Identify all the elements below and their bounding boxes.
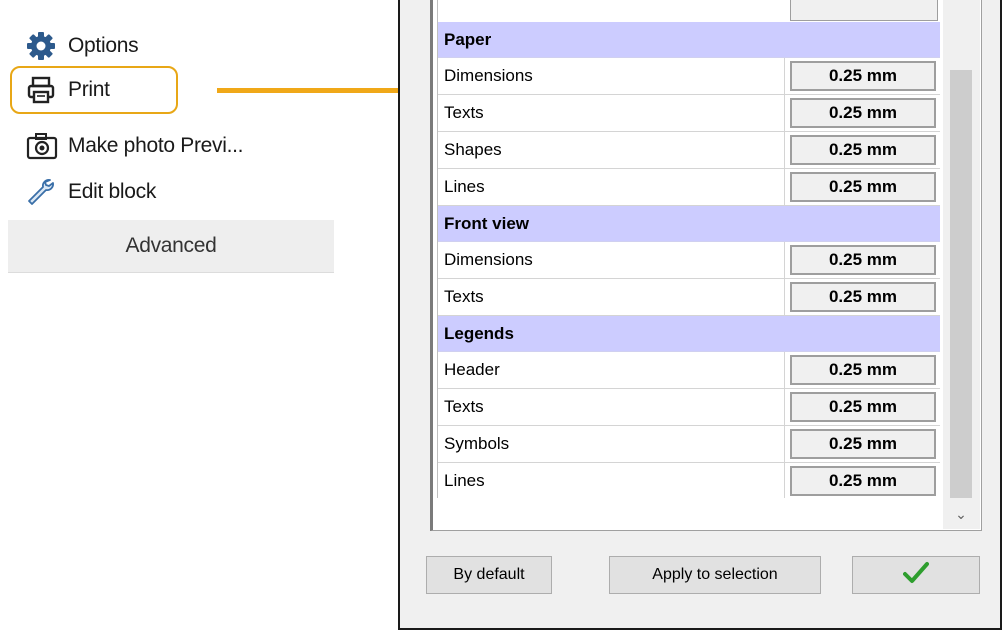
property-label: Texts (444, 397, 484, 416)
gear-icon (26, 31, 60, 61)
property-label: Lines (444, 177, 485, 196)
property-label: Texts (444, 287, 484, 306)
menu-item-make-photo-preview[interactable]: Make photo Previ... (26, 128, 244, 164)
property-grid-list: Paper Dimensions 0.25 mm Texts 0.25 mm S… (437, 0, 940, 498)
scroll-down-icon[interactable]: ⌄ (950, 502, 972, 526)
column-divider (784, 132, 785, 168)
property-row-partial (438, 0, 940, 23)
property-value-field[interactable]: 0.25 mm (790, 172, 936, 202)
property-value-partial (790, 0, 938, 21)
checkmark-icon (903, 561, 929, 590)
column-divider (784, 389, 785, 425)
property-row: Shapes 0.25 mm (438, 132, 940, 169)
property-value-field[interactable]: 0.25 mm (790, 282, 936, 312)
property-label: Lines (444, 471, 485, 490)
property-label: Shapes (444, 140, 502, 159)
property-row: Lines 0.25 mm (438, 169, 940, 206)
property-row: Lines 0.25 mm (438, 463, 940, 498)
wrench-icon (26, 177, 60, 207)
property-row: Texts 0.25 mm (438, 279, 940, 316)
property-value-field[interactable]: 0.25 mm (790, 61, 936, 91)
menu-item-label: Edit block (68, 180, 157, 203)
by-default-button[interactable]: By default (426, 556, 552, 594)
column-divider (784, 426, 785, 462)
property-label: Dimensions (444, 250, 533, 269)
menu-item-print[interactable]: Print (26, 72, 110, 108)
column-divider (784, 352, 785, 388)
scrollbar-thumb[interactable] (950, 70, 972, 498)
property-row: Texts 0.25 mm (438, 95, 940, 132)
column-divider (784, 58, 785, 94)
menu-item-edit-block[interactable]: Edit block (26, 174, 156, 210)
apply-to-selection-button[interactable]: Apply to selection (609, 556, 821, 594)
property-row: Dimensions 0.25 mm (438, 58, 940, 95)
property-row: Texts 0.25 mm (438, 389, 940, 426)
menu-item-label: Make photo Previ... (68, 134, 244, 157)
property-label: Header (444, 360, 500, 379)
column-divider (784, 279, 785, 315)
property-value-field[interactable]: 0.25 mm (790, 135, 936, 165)
property-value-field[interactable]: 0.25 mm (790, 355, 936, 385)
menu-item-label: Print (68, 78, 110, 101)
menu-item-options[interactable]: Options (26, 28, 139, 64)
vertical-scrollbar[interactable]: ⌄ (943, 0, 980, 529)
property-row: Dimensions 0.25 mm (438, 242, 940, 279)
group-header-paper[interactable]: Paper (438, 22, 940, 58)
ok-button[interactable] (852, 556, 980, 594)
property-label: Symbols (444, 434, 510, 453)
camera-icon (26, 131, 60, 161)
column-divider (784, 242, 785, 278)
column-divider (784, 463, 785, 498)
advanced-section-button[interactable]: Advanced (8, 220, 334, 273)
group-header-front-view[interactable]: Front view (438, 206, 940, 242)
printer-icon (26, 75, 60, 105)
property-grid: Paper Dimensions 0.25 mm Texts 0.25 mm S… (430, 0, 982, 531)
property-label: Dimensions (444, 66, 533, 85)
line-thickness-dialog: Paper Dimensions 0.25 mm Texts 0.25 mm S… (398, 0, 1002, 630)
property-value-field[interactable]: 0.25 mm (790, 392, 936, 422)
property-value-field[interactable]: 0.25 mm (790, 466, 936, 496)
group-header-legends[interactable]: Legends (438, 316, 940, 352)
menu-item-label: Options (68, 34, 139, 57)
context-menu: Options Print Make photo Previ... Edit b… (0, 0, 335, 300)
property-value-field[interactable]: 0.25 mm (790, 429, 936, 459)
column-divider (784, 95, 785, 131)
property-row: Header 0.25 mm (438, 352, 940, 389)
property-value-field[interactable]: 0.25 mm (790, 98, 936, 128)
property-label: Texts (444, 103, 484, 122)
property-value-field[interactable]: 0.25 mm (790, 245, 936, 275)
arrow-connector (217, 88, 409, 93)
property-row: Symbols 0.25 mm (438, 426, 940, 463)
column-divider (784, 169, 785, 205)
